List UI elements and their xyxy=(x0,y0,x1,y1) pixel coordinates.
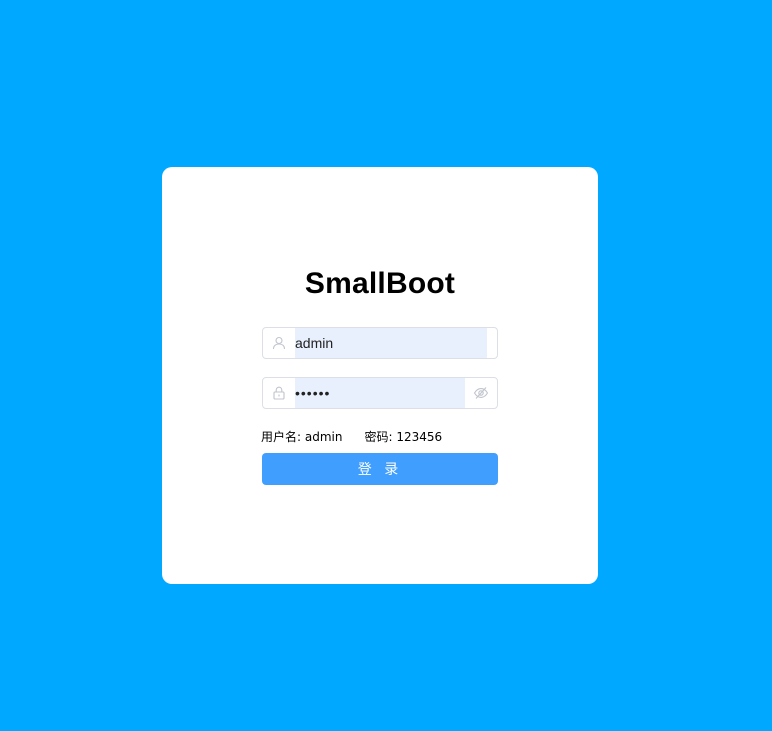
hint-password: 密码: 123456 xyxy=(364,430,443,444)
password-input[interactable] xyxy=(295,378,465,408)
hint-username: 用户名: admin xyxy=(261,430,343,444)
password-field[interactable] xyxy=(262,377,498,409)
eye-hidden-icon[interactable] xyxy=(465,378,497,408)
page-title: SmallBoot xyxy=(304,267,456,300)
login-button[interactable]: 登 录 xyxy=(262,453,498,485)
user-icon xyxy=(263,328,295,358)
lock-icon xyxy=(263,378,295,408)
username-field[interactable] xyxy=(262,327,498,359)
username-input[interactable] xyxy=(295,328,487,358)
login-page: SmallBoot admin 用户名: admin 密码: 123456 登 … xyxy=(0,0,772,731)
login-card: SmallBoot admin 用户名: admin 密码: 123456 登 … xyxy=(162,167,598,584)
credentials-hint: 用户名: admin 密码: 123456 xyxy=(261,428,442,445)
